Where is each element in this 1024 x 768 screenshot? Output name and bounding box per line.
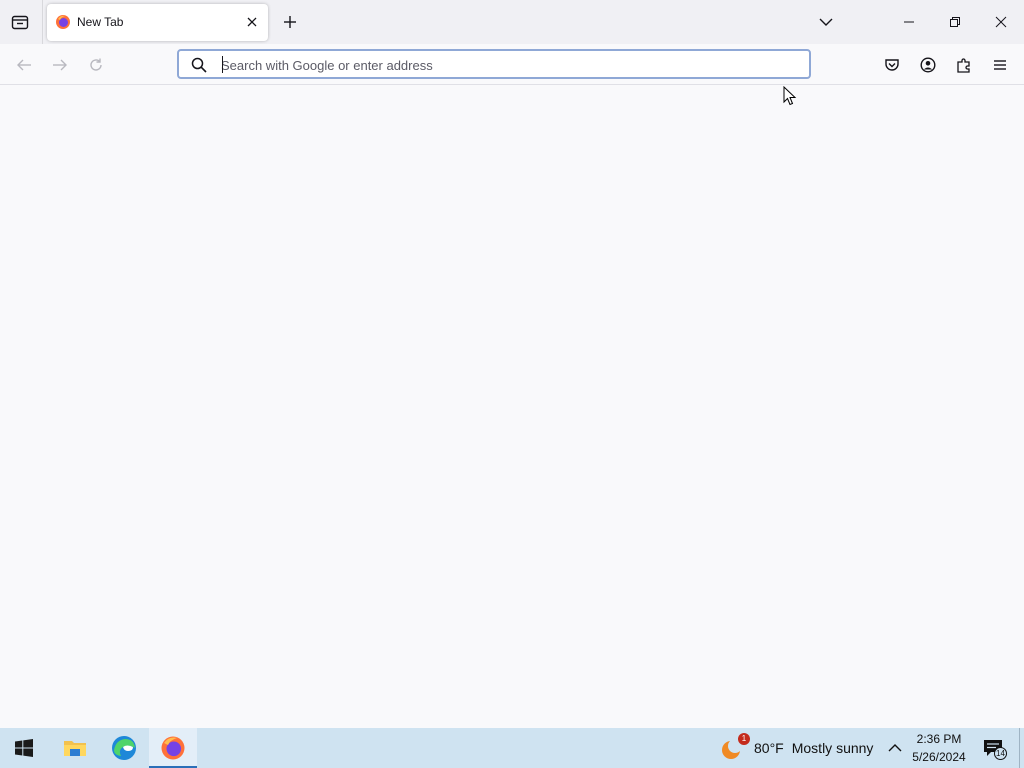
extensions-button[interactable]: [951, 52, 977, 78]
search-icon: [191, 57, 207, 73]
forward-button[interactable]: [47, 52, 73, 78]
start-button[interactable]: [4, 728, 44, 768]
edge-icon: [112, 736, 136, 760]
arrow-right-icon: [53, 59, 67, 71]
restore-icon: [950, 17, 960, 27]
mouse-cursor-icon: [783, 86, 797, 106]
show-hidden-icons-button[interactable]: [883, 736, 907, 760]
text-caret: [222, 56, 223, 73]
close-icon: [247, 17, 257, 27]
taskbar-clock[interactable]: 2:36 PM 5/26/2024: [908, 730, 970, 766]
list-all-tabs-button[interactable]: [814, 10, 838, 34]
show-desktop-button[interactable]: [1019, 728, 1024, 768]
firefox-view-icon: [11, 15, 29, 30]
weather-sun-icon: 1: [720, 733, 750, 761]
weather-temperature: 80°F: [754, 740, 784, 756]
hamburger-icon: [994, 60, 1006, 70]
back-button[interactable]: [11, 52, 37, 78]
clock-date: 5/26/2024: [912, 750, 966, 764]
close-window-button[interactable]: [978, 0, 1024, 44]
close-tab-button[interactable]: [243, 13, 261, 31]
tab-strip: New Tab: [0, 0, 1024, 44]
chevron-down-icon: [819, 18, 833, 26]
taskbar-file-explorer[interactable]: [51, 728, 99, 768]
pocket-icon: [885, 59, 899, 71]
windows-taskbar: 1 80°F Mostly sunny 2:36 PM 5/26/2024 14: [0, 728, 1024, 768]
minimize-icon: [904, 21, 914, 23]
folder-icon: [64, 741, 86, 756]
taskbar-firefox[interactable]: [149, 728, 197, 768]
plus-icon: [284, 16, 296, 28]
save-to-pocket-button[interactable]: [879, 52, 905, 78]
application-menu-button[interactable]: [987, 52, 1013, 78]
firefox-icon: [161, 736, 185, 760]
firefox-icon: [56, 15, 70, 29]
reload-icon: [90, 58, 102, 71]
taskbar-microsoft-edge[interactable]: [100, 728, 148, 768]
restore-button[interactable]: [932, 0, 978, 44]
windows-logo-icon: [15, 739, 33, 757]
firefox-view-button[interactable]: [6, 9, 34, 35]
address-input[interactable]: [221, 53, 781, 77]
weather-widget[interactable]: 1 80°F Mostly sunny: [720, 728, 873, 768]
notification-count: 14: [994, 747, 1007, 760]
account-button[interactable]: [915, 52, 941, 78]
arrow-left-icon: [17, 59, 31, 71]
tab-title: New Tab: [77, 15, 124, 29]
address-bar[interactable]: [177, 49, 811, 79]
navigation-toolbar: [0, 44, 1024, 85]
minimize-button[interactable]: [886, 0, 932, 44]
chevron-up-icon: [888, 744, 902, 752]
weather-badge: 1: [738, 733, 750, 745]
account-icon: [920, 57, 936, 73]
weather-condition: Mostly sunny: [791, 740, 874, 756]
tab-new-tab[interactable]: New Tab: [47, 4, 268, 41]
page-content[interactable]: [0, 85, 1024, 728]
new-tab-button[interactable]: [278, 10, 302, 34]
clock-time: 2:36 PM: [916, 732, 962, 746]
tabstrip-separator: [42, 0, 43, 44]
puzzle-icon: [957, 58, 970, 73]
reload-button[interactable]: [83, 52, 109, 78]
close-icon: [995, 16, 1007, 28]
action-center-button[interactable]: 14: [978, 734, 1008, 762]
